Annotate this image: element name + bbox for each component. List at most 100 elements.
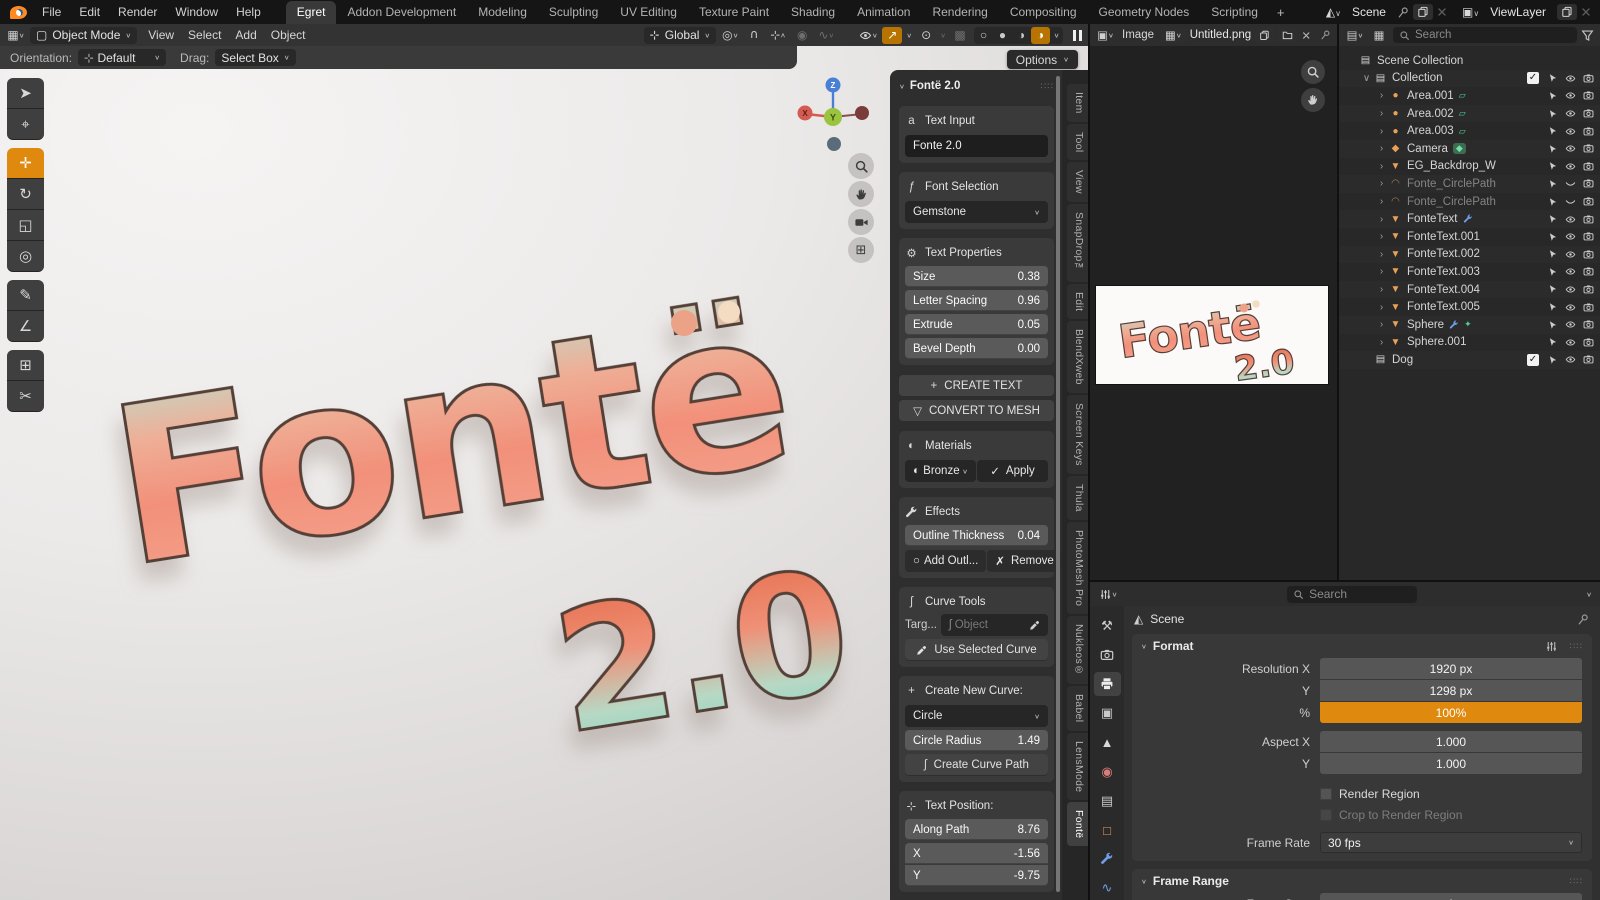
letter-spacing-slider[interactable]: Letter Spacing0.96 <box>905 290 1048 311</box>
snap-target-icon[interactable]: ⊹∨ <box>768 27 788 44</box>
curve-type-dropdown[interactable]: Circle∨ <box>905 705 1048 727</box>
workspace-tab-shading[interactable]: Shading <box>780 1 846 24</box>
sidebar-tab-thula[interactable]: Thula <box>1067 476 1088 520</box>
aspect-x-field[interactable]: 1.000 <box>1320 731 1582 752</box>
expander-icon[interactable]: › <box>1375 143 1388 154</box>
render-visibility-icon[interactable] <box>1583 178 1594 190</box>
visibility-eye-icon[interactable] <box>1565 354 1576 366</box>
tool-cursor-button[interactable]: ⌖ <box>7 109 44 140</box>
convert-to-mesh-button[interactable]: ▽ CONVERT TO MESH <box>899 400 1054 422</box>
scene-name[interactable]: Scene <box>1344 5 1394 19</box>
bevel-depth-slider[interactable]: Bevel Depth0.00 <box>905 338 1048 359</box>
visibility-eye-icon[interactable] <box>1565 178 1576 190</box>
size-slider[interactable]: Size0.38 <box>905 266 1048 287</box>
render-visibility-icon[interactable] <box>1583 196 1594 208</box>
sidebar-tab-photomesh-pro[interactable]: PhotoMesh Pro <box>1067 522 1088 614</box>
workspace-tab-sculpting[interactable]: Sculpting <box>538 1 609 24</box>
outliner-row-area-001[interactable]: ›●Area.001▱ <box>1339 87 1600 105</box>
eyedropper-icon[interactable] <box>1029 620 1040 631</box>
open-image-button[interactable] <box>1278 27 1297 43</box>
sidebar-tab-view[interactable]: View <box>1067 162 1088 202</box>
tool-add-cube-button[interactable]: ⊞ <box>7 350 44 381</box>
expander-icon[interactable]: › <box>1375 196 1388 207</box>
visibility-eye-icon[interactable] <box>1565 108 1576 120</box>
image-filename[interactable]: Untitled.png <box>1190 29 1251 41</box>
frame-rate-dropdown[interactable]: 30 fps∨ <box>1320 832 1582 853</box>
drag-dropdown[interactable]: Select Box∨ <box>215 49 295 66</box>
image-datablock-icon[interactable]: ▦∨ <box>1161 27 1186 43</box>
outliner-row-fontetext-005[interactable]: ›▼FonteText.005 <box>1339 298 1600 316</box>
zoom-icon[interactable] <box>848 153 874 179</box>
new-scene-button[interactable] <box>1413 4 1433 20</box>
visibility-eye-icon[interactable] <box>1565 319 1576 331</box>
render-visibility-icon[interactable] <box>1583 354 1594 366</box>
perspective-toggle-icon[interactable]: ⊞ <box>848 237 874 263</box>
text-input-field[interactable]: Fonte 2.0 <box>905 135 1048 157</box>
viewport-menu-view[interactable]: View <box>141 28 181 42</box>
selectable-toggle-icon[interactable] <box>1548 336 1558 348</box>
expander-icon[interactable]: › <box>1375 266 1388 277</box>
properties-tab-render[interactable] <box>1094 643 1121 666</box>
outliner-row-fontetext-003[interactable]: ›▼FonteText.003 <box>1339 263 1600 281</box>
outliner-row-fonte-circlepath[interactable]: ›◠Fonte_CirclePath <box>1339 193 1600 211</box>
outliner-row-fontetext-002[interactable]: ›▼FonteText.002 <box>1339 246 1600 264</box>
visibility-eye-icon[interactable] <box>1565 160 1576 172</box>
resolution-y-field[interactable]: 1298 px <box>1320 680 1582 701</box>
shading-rendered-icon[interactable]: ◑ <box>1031 27 1050 44</box>
duplicate-image-button[interactable] <box>1255 27 1274 43</box>
object-name[interactable]: FonteText.005 <box>1407 301 1480 313</box>
object-name[interactable]: Area.002 <box>1407 108 1454 120</box>
tool-knife-project-button[interactable]: ✂ <box>7 381 44 412</box>
panel-grip-icon[interactable]: ∷∷ <box>1041 81 1054 92</box>
tool-rotate-button[interactable]: ↻ <box>7 179 44 210</box>
selectable-toggle-icon[interactable] <box>1548 354 1558 366</box>
object-name[interactable]: Fonte_CirclePath <box>1407 178 1496 190</box>
tool-measure-button[interactable]: ∠ <box>7 311 44 342</box>
properties-tab-collection[interactable]: ▤ <box>1094 789 1121 812</box>
render-visibility-icon[interactable] <box>1583 248 1594 260</box>
pan-hand-icon[interactable] <box>1301 88 1325 112</box>
outliner-row-fontetext-001[interactable]: ›▼FonteText.001 <box>1339 228 1600 246</box>
properties-tab-object[interactable]: □ <box>1094 818 1121 841</box>
menu-help[interactable]: Help <box>227 3 270 21</box>
selectable-toggle-icon[interactable] <box>1548 143 1558 155</box>
camera-view-icon[interactable] <box>848 209 874 235</box>
position-x-slider[interactable]: X-1.56 <box>905 843 1048 864</box>
breadcrumb[interactable]: Scene <box>1150 612 1184 626</box>
render-visibility-icon[interactable] <box>1583 336 1594 348</box>
pin-id-icon[interactable] <box>1577 613 1590 626</box>
visibility-eye-icon[interactable] <box>1565 301 1576 313</box>
shading-material-icon[interactable]: ◑ <box>1012 27 1031 44</box>
overlays-toggle-icon[interactable]: ⊙ <box>916 27 936 44</box>
extrude-slider[interactable]: Extrude0.05 <box>905 314 1048 335</box>
render-visibility-icon[interactable] <box>1583 143 1594 155</box>
gizmo-toggle-icon[interactable]: ↗ <box>882 27 902 44</box>
outliner-row-scene-collection[interactable]: ▤Scene Collection <box>1339 52 1600 70</box>
selectable-toggle-icon[interactable] <box>1548 196 1558 208</box>
workspace-tab-uv-editing[interactable]: UV Editing <box>609 1 688 24</box>
expander-icon[interactable]: › <box>1375 126 1388 137</box>
outliner-row-area-003[interactable]: ›●Area.003▱ <box>1339 122 1600 140</box>
render-visibility-icon[interactable] <box>1583 266 1594 278</box>
along-path-slider[interactable]: Along Path8.76 <box>905 819 1048 840</box>
sidebar-tab-screen-keys[interactable]: Screen Keys <box>1067 395 1088 474</box>
selectable-toggle-icon[interactable] <box>1548 319 1558 331</box>
expander-icon[interactable]: › <box>1375 337 1388 348</box>
object-name[interactable]: FonteText.004 <box>1407 284 1480 296</box>
visibility-eye-icon[interactable] <box>1565 196 1576 208</box>
outliner-search-input[interactable]: Search <box>1393 27 1577 43</box>
editor-type-icon[interactable]: ▦∨ <box>6 27 26 44</box>
proportional-editing-icon[interactable]: ◉ <box>792 27 812 44</box>
expander-icon[interactable]: › <box>1375 319 1388 330</box>
outliner-row-collection[interactable]: ∨▤Collection✓ <box>1339 70 1600 88</box>
object-name[interactable]: Fonte_CirclePath <box>1407 196 1496 208</box>
object-name[interactable]: Sphere.001 <box>1407 336 1466 348</box>
tool-scale-button[interactable]: ◱ <box>7 210 44 241</box>
visibility-eye-icon[interactable] <box>1565 284 1576 296</box>
zoom-icon[interactable] <box>1301 60 1325 84</box>
selectable-toggle-icon[interactable] <box>1548 72 1558 84</box>
shading-dropdown-icon[interactable]: ∨ <box>1050 27 1063 44</box>
workspace-tab-geometry-nodes[interactable]: Geometry Nodes <box>1088 1 1201 24</box>
pan-hand-icon[interactable] <box>848 181 874 207</box>
properties-tab-output[interactable] <box>1094 672 1121 695</box>
